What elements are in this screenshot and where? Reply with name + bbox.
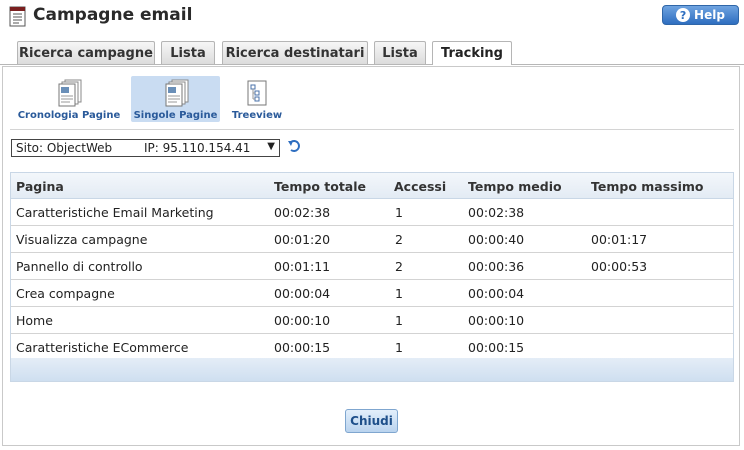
cell-accessi: 1	[395, 340, 403, 355]
table-row[interactable]: Caratteristiche ECommerce 00:00:15 1 00:…	[11, 334, 733, 361]
tab-tracking[interactable]: Tracking	[432, 41, 512, 65]
tab-ricerca-destinatari[interactable]: Ricerca destinatari	[222, 41, 368, 64]
tab-lista-campagne[interactable]: Lista	[161, 41, 215, 64]
cell-accessi: 1	[395, 313, 403, 328]
cell-pagina: Crea compagne	[16, 286, 115, 301]
help-button[interactable]: ? Help	[662, 5, 739, 25]
table-row[interactable]: Caratteristiche Email Marketing 00:02:38…	[11, 199, 733, 226]
cell-tempo-massimo: 00:01:17	[591, 232, 648, 247]
subtab-treeview[interactable]: Treeview	[226, 76, 288, 122]
column-header-accessi[interactable]: Accessi	[394, 179, 446, 194]
tracking-grid: Pagina Tempo totale Accessi Tempo medio …	[10, 172, 734, 382]
grid-footer	[11, 358, 733, 381]
document-stack-icon	[58, 79, 82, 107]
cell-tempo-medio: 00:00:10	[468, 313, 525, 328]
cell-tempo-totale: 00:01:11	[274, 259, 331, 274]
column-header-tempo-medio[interactable]: Tempo medio	[468, 179, 562, 194]
grid-header: Pagina Tempo totale Accessi Tempo medio …	[11, 173, 733, 199]
column-header-tempo-totale[interactable]: Tempo totale	[274, 179, 366, 194]
cell-pagina: Visualizza campagne	[16, 232, 148, 247]
tab-label: Tracking	[441, 46, 503, 61]
tab-label: Ricerca campagne	[19, 45, 153, 61]
table-row[interactable]: Pannello di controllo 00:01:11 2 00:00:3…	[11, 253, 733, 280]
cell-accessi: 2	[395, 232, 403, 247]
cell-tempo-totale: 00:00:04	[274, 286, 331, 301]
subtab-cronologia-pagine[interactable]: Cronologia Pagine	[14, 76, 124, 122]
close-button[interactable]: Chiudi	[345, 409, 398, 433]
table-row[interactable]: Visualizza campagne 00:01:20 2 00:00:40 …	[11, 226, 733, 253]
cell-tempo-totale: 00:00:10	[274, 313, 331, 328]
table-row[interactable]: Crea compagne 00:00:04 1 00:00:04	[11, 280, 733, 307]
cell-tempo-massimo: 00:00:53	[591, 259, 648, 274]
subtab-label: Treeview	[231, 110, 283, 121]
cell-accessi: 2	[395, 259, 403, 274]
document-icon	[9, 6, 26, 27]
chevron-down-icon: ▼	[267, 141, 275, 152]
question-icon: ?	[676, 8, 691, 22]
cell-tempo-medio: 00:00:04	[468, 286, 525, 301]
site-select[interactable]: Sito: ObjectWeb IP: 95.110.154.41 ▼	[11, 139, 280, 157]
cell-tempo-totale: 00:01:20	[274, 232, 331, 247]
help-label: Help	[694, 8, 725, 22]
cell-pagina: Caratteristiche ECommerce	[16, 340, 189, 355]
cell-tempo-medio: 00:00:40	[468, 232, 525, 247]
tab-label: Lista	[382, 45, 418, 61]
tab-ricerca-campagne[interactable]: Ricerca campagne	[17, 41, 155, 64]
document-stack-icon	[165, 79, 188, 107]
reload-icon[interactable]	[287, 138, 303, 154]
subtab-label: Cronologia Pagine	[17, 110, 121, 121]
cell-accessi: 1	[395, 205, 403, 220]
site-select-value: Sito: ObjectWeb	[16, 141, 113, 155]
divider	[10, 129, 734, 130]
cell-tempo-medio: 00:00:36	[468, 259, 525, 274]
cell-tempo-medio: 00:00:15	[468, 340, 525, 355]
subtab-label: Singole Pagine	[133, 110, 218, 121]
page-title: Campagne email	[33, 5, 193, 25]
column-header-pagina[interactable]: Pagina	[16, 179, 64, 194]
column-header-tempo-massimo[interactable]: Tempo massimo	[591, 179, 704, 194]
treeview-icon	[247, 80, 267, 106]
tab-label: Lista	[170, 45, 206, 61]
subtab-singole-pagine[interactable]: Singole Pagine	[131, 76, 220, 122]
cell-pagina: Caratteristiche Email Marketing	[16, 205, 214, 220]
tab-label: Ricerca destinatari	[225, 45, 365, 61]
site-ip-value: IP: 95.110.154.41	[144, 141, 251, 155]
cell-pagina: Pannello di controllo	[16, 259, 143, 274]
cell-tempo-medio: 00:02:38	[468, 205, 525, 220]
cell-tempo-totale: 00:02:38	[274, 205, 331, 220]
title-bar: Campagne email ? Help	[0, 0, 744, 36]
cell-accessi: 1	[395, 286, 403, 301]
cell-pagina: Home	[16, 313, 53, 328]
cell-tempo-totale: 00:00:15	[274, 340, 331, 355]
tab-lista-destinatari[interactable]: Lista	[374, 41, 426, 64]
table-row[interactable]: Home 00:00:10 1 00:00:10	[11, 307, 733, 334]
tabs-baseline	[0, 64, 744, 65]
